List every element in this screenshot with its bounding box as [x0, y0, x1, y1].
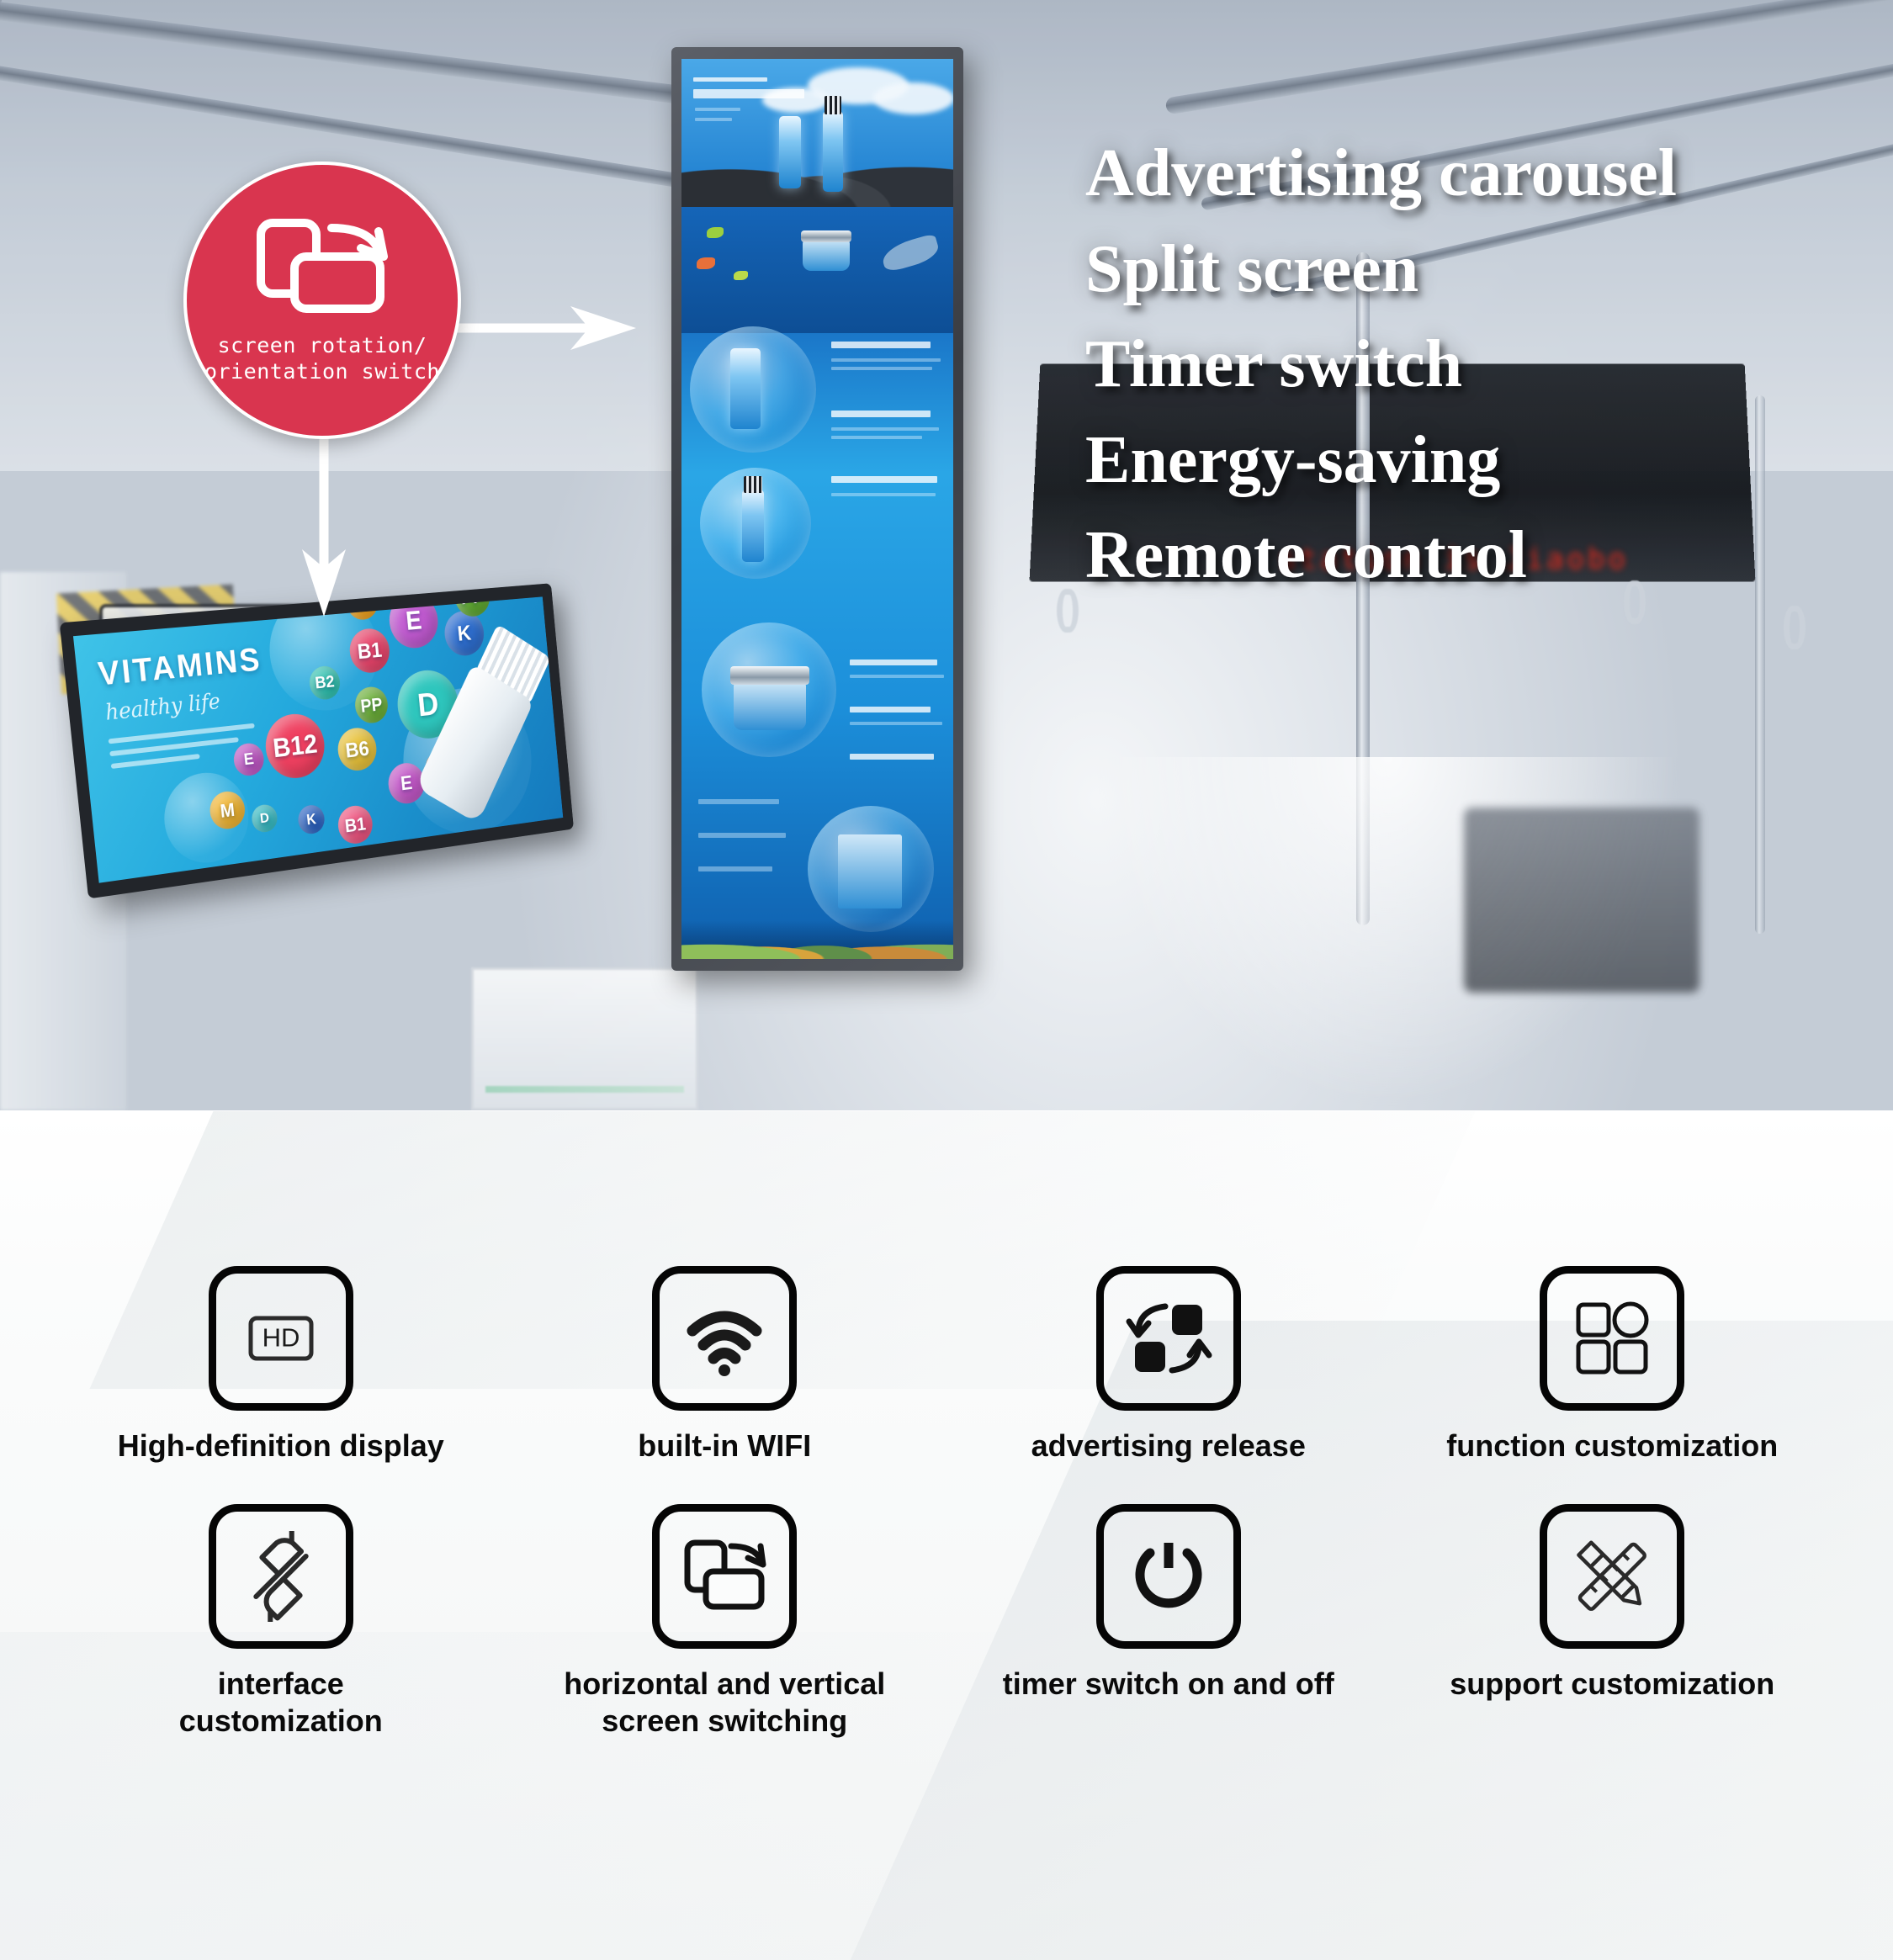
ad-bottle-cap	[825, 96, 841, 114]
vitamin-pill: K	[296, 803, 326, 836]
badge-label: screen rotation/ orientation switch	[204, 333, 440, 384]
ad-step1-body	[831, 367, 932, 370]
arrow-down-icon	[302, 416, 346, 617]
svg-text:HD: HD	[262, 1323, 300, 1353]
ad-step1-body	[831, 358, 941, 362]
feature-label: function customization	[1446, 1428, 1779, 1463]
function-grid-icon	[1576, 1301, 1649, 1375]
headline-item: Remote control	[1085, 518, 1527, 593]
vitamin-pill: B1	[336, 803, 374, 846]
ad-step3-title	[831, 476, 937, 483]
ad-jar-lid	[730, 666, 809, 685]
icon-frame	[652, 1266, 798, 1411]
ad-coral-reef	[681, 920, 953, 959]
passenger-seats	[1464, 808, 1699, 993]
icon-frame	[1095, 1503, 1241, 1649]
feature-label: built-in WIFI	[638, 1428, 812, 1463]
ad-cream-tube	[730, 348, 761, 429]
ad-feature-body	[850, 722, 942, 725]
headline-item: Energy-saving	[1085, 422, 1501, 497]
headline-item: Split screen	[1085, 231, 1419, 306]
ad-rocky-shore	[681, 136, 953, 214]
vitamin-pill: B6	[336, 725, 379, 773]
plug-connector-icon	[253, 1530, 309, 1622]
ad-feature-body	[698, 833, 786, 838]
wifi-icon	[687, 1311, 762, 1376]
feature-item-wifi[interactable]: built-in WIFI	[503, 1266, 947, 1465]
icon-frame	[1540, 1266, 1685, 1411]
screen-rotation-icon	[684, 1539, 766, 1610]
feature-grid: HD High-definition display built-in WIFI	[0, 1110, 1893, 1740]
ad-cream-tube	[779, 116, 801, 188]
feature-item-advertising-release[interactable]: advertising release	[946, 1266, 1391, 1465]
ad-cream-jar	[803, 239, 850, 271]
ad-fish	[697, 257, 715, 269]
ad-step3-body	[831, 493, 936, 496]
headline-list: Advertising carousel Split screen Timer …	[1085, 126, 1843, 604]
feature-item-hd-display[interactable]: HD High-definition display	[59, 1266, 503, 1465]
vitamins-subtitle: healthy life	[103, 689, 222, 726]
vitamin-pill: B12	[262, 711, 328, 781]
power-icon	[1135, 1542, 1202, 1608]
feature-item-timer-switch[interactable]: timer switch on and off	[946, 1503, 1391, 1740]
headline-item: Timer switch	[1085, 327, 1463, 402]
icon-frame	[208, 1503, 353, 1649]
icon-frame	[1540, 1503, 1685, 1649]
ad-subtext	[695, 118, 732, 121]
ad-bottle-cap	[744, 476, 762, 493]
vertical-digital-signage-screen[interactable]	[671, 47, 963, 971]
icon-frame: HD	[208, 1266, 353, 1411]
feature-item-support-customization[interactable]: support customization	[1391, 1503, 1835, 1740]
vitamin-pill: D	[250, 803, 278, 834]
feature-label: timer switch on and off	[1002, 1666, 1334, 1701]
ad-step2-body	[831, 427, 939, 431]
feature-item-interface-customization[interactable]: interface customization	[59, 1503, 503, 1740]
ad-feature-title	[850, 754, 934, 760]
hand-strap	[1057, 589, 1079, 633]
ad-jar-lid	[801, 230, 851, 242]
ad-cream-jar	[734, 681, 806, 730]
wall-poster	[471, 967, 698, 1110]
icon-frame	[1095, 1266, 1241, 1411]
hd-display-icon: HD	[248, 1316, 314, 1361]
vertical-screen-content	[681, 59, 953, 959]
ad-serum-bottle	[742, 490, 764, 562]
feature-label: advertising release	[1031, 1428, 1306, 1463]
feature-label: interface customization	[178, 1666, 383, 1739]
ad-headline-cn	[693, 89, 804, 98]
screen-rotation-badge[interactable]: screen rotation/ orientation switch	[183, 162, 461, 439]
ad-feature-body	[698, 799, 779, 804]
ad-fish	[734, 271, 748, 280]
vitamin-pill: E	[386, 596, 441, 650]
vitamins-title: VITAMINS	[96, 641, 263, 693]
feature-label: support customization	[1450, 1666, 1775, 1701]
horizontal-screen-content: VITAMINS healthy life B2 B1 E A K PP PP …	[72, 596, 564, 883]
advertising-release-icon	[1126, 1303, 1212, 1374]
screen-rotation-icon	[257, 219, 388, 313]
ad-headline-cn	[693, 77, 767, 82]
feature-item-function-customization[interactable]: function customization	[1391, 1266, 1835, 1465]
ad-cloud	[873, 82, 953, 114]
features-section: HD High-definition display built-in WIFI	[0, 1110, 1893, 1960]
ad-feature-body	[698, 866, 772, 871]
ad-feature-body	[850, 675, 944, 678]
ad-step1-title	[831, 342, 931, 348]
feature-item-screen-switching[interactable]: horizontal and vertical screen switching	[503, 1503, 947, 1740]
ad-step2-body	[831, 436, 922, 439]
ad-fish	[707, 227, 724, 238]
ad-feature-title	[850, 660, 937, 665]
ad-mask-box	[838, 834, 902, 908]
ad-serum-bottle	[823, 111, 843, 192]
ad-subtext	[695, 108, 740, 111]
feature-label: High-definition display	[117, 1428, 444, 1463]
headline-item: Advertising carousel	[1085, 136, 1677, 210]
arrow-right-icon	[444, 306, 636, 350]
ad-step2-title	[831, 411, 931, 417]
hand-strap	[1784, 606, 1806, 649]
hero-section: station is Jiaobo VITAMINS healthy life …	[0, 0, 1893, 1110]
feature-label: horizontal and vertical screen switching	[564, 1666, 886, 1739]
icon-frame	[652, 1503, 798, 1649]
ad-feature-title	[850, 707, 931, 712]
pencil-ruler-icon	[1577, 1540, 1647, 1611]
